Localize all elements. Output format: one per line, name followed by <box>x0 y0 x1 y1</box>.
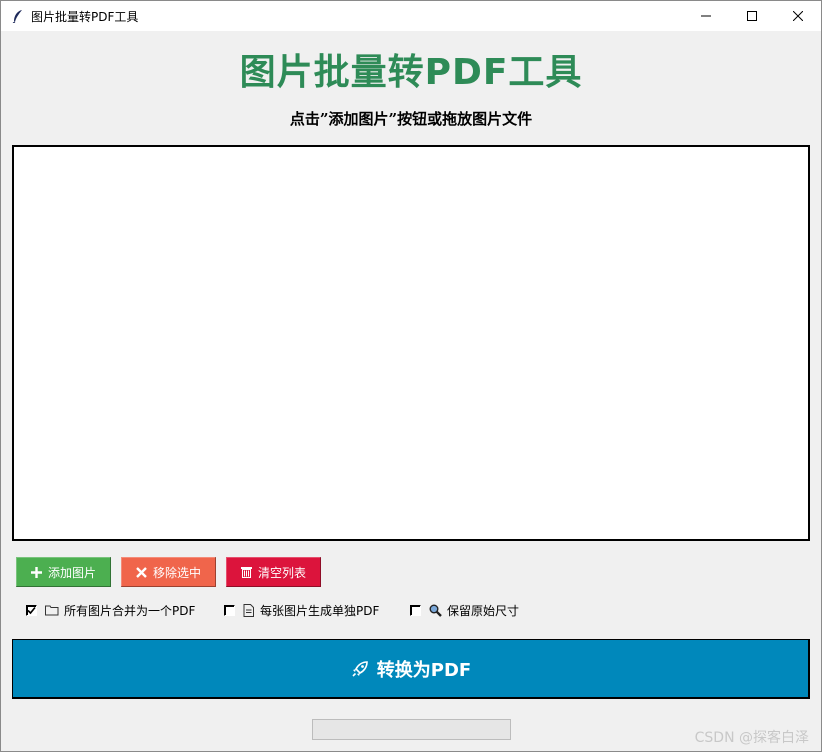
option-label: 保留原始尺寸 <box>447 603 520 618</box>
minimize-icon <box>701 15 711 17</box>
document-icon <box>243 603 254 617</box>
maximize-button[interactable] <box>729 1 775 31</box>
option-separate-pdfs[interactable]: 每张图片生成单独PDF <box>224 602 410 619</box>
maximize-icon <box>747 11 757 21</box>
add-images-button[interactable]: 添加图片 <box>16 557 111 587</box>
add-images-label: 添加图片 <box>47 565 96 580</box>
rocket-icon <box>352 661 368 677</box>
merge-checkbox[interactable] <box>26 604 37 616</box>
remove-selected-button[interactable]: 移除选中 <box>121 557 216 587</box>
plus-icon <box>30 566 42 578</box>
feather-icon <box>11 9 25 23</box>
option-merge-single-pdf[interactable]: 所有图片合并为一个PDF <box>26 602 224 619</box>
close-button[interactable] <box>775 1 821 31</box>
convert-label: 转换为PDF <box>376 660 472 681</box>
image-file-list[interactable] <box>12 145 810 541</box>
option-label: 每张图片生成单独PDF <box>260 603 380 618</box>
magnifier-icon <box>429 604 442 617</box>
action-buttons: 添加图片 移除选中 清空列表 <box>16 557 321 587</box>
page-subtitle: 点击”添加图片”按钮或拖放图片文件 <box>289 110 533 128</box>
option-keep-original-size[interactable]: 保留原始尺寸 <box>410 602 519 619</box>
folder-icon <box>45 605 59 616</box>
options-row: 所有图片合并为一个PDF 每张图片生成单独PDF 保留原始尺寸 <box>26 601 519 619</box>
progress-bar <box>312 719 511 740</box>
clear-list-label: 清空列表 <box>257 565 306 580</box>
minimize-button[interactable] <box>683 1 729 31</box>
window-controls <box>683 1 821 31</box>
close-icon <box>793 11 803 21</box>
separate-checkbox[interactable] <box>224 604 235 616</box>
option-label: 所有图片合并为一个PDF <box>64 603 196 618</box>
checkmark-icon <box>27 606 36 614</box>
page-title: 图片批量转PDF工具 <box>239 52 583 93</box>
watermark: CSDN @探客白泽 <box>694 730 809 746</box>
app-window: 图片批量转PDF工具 图片批量转PDF工具 点击”添加图片”按钮或拖放图片文件 … <box>0 0 822 752</box>
convert-to-pdf-button[interactable]: 转换为PDF <box>12 639 810 699</box>
remove-selected-label: 移除选中 <box>152 565 201 580</box>
clear-list-button[interactable]: 清空列表 <box>226 557 321 587</box>
title-bar[interactable]: 图片批量转PDF工具 <box>1 1 821 31</box>
x-icon <box>136 566 147 578</box>
trash-icon <box>240 567 252 578</box>
keep-size-checkbox[interactable] <box>410 604 421 616</box>
window-title: 图片批量转PDF工具 <box>31 9 139 24</box>
